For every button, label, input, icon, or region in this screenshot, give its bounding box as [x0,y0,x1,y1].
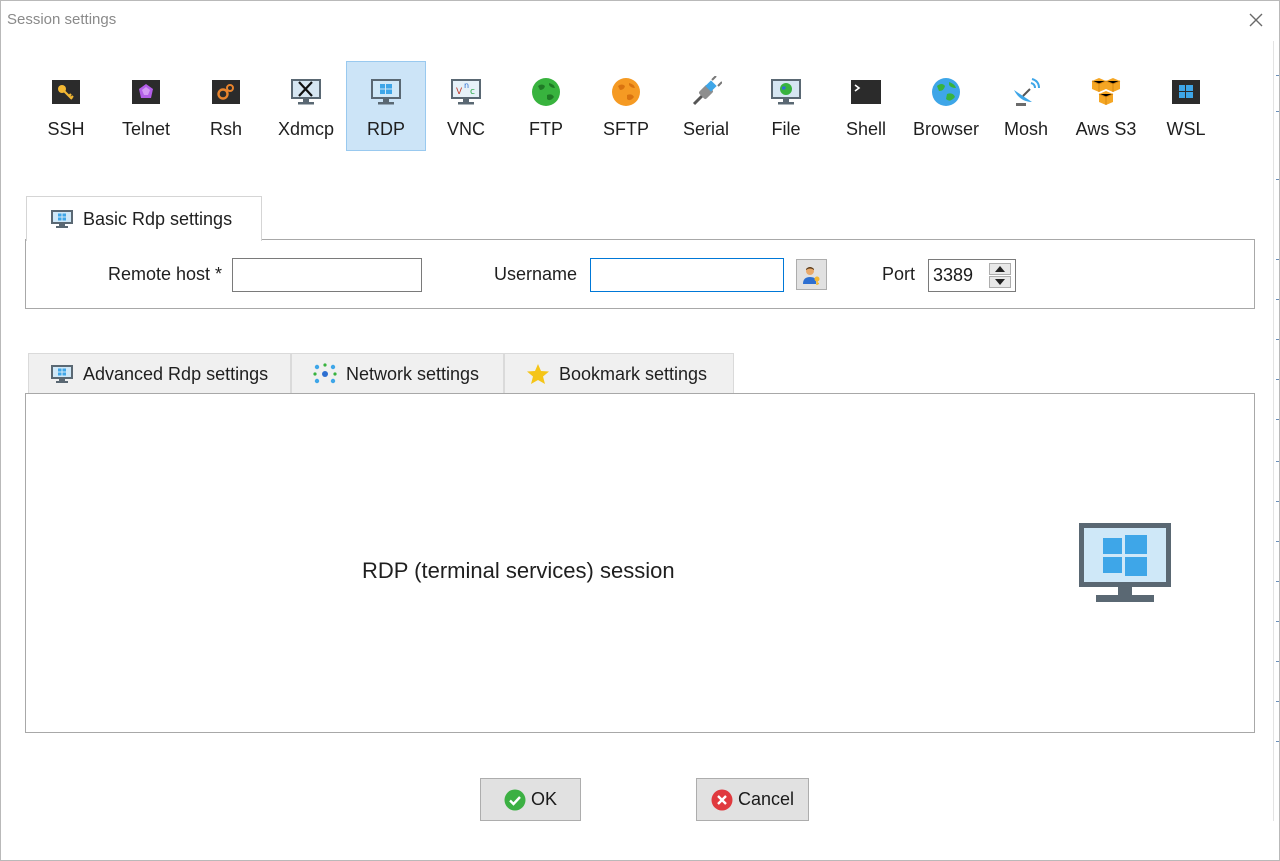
xdmcp-monitor-icon [290,76,322,108]
tab-basic-rdp-settings[interactable]: Basic Rdp settings [26,196,262,241]
cancel-x-icon [711,789,733,811]
session-type-rsh[interactable]: Rsh [186,61,266,151]
session-type-wsl[interactable]: WSL [1146,61,1226,151]
shell-terminal-icon [850,76,882,108]
session-settings-dialog: Session settings SSH Telnet Rsh Xdmcp RD… [0,0,1280,861]
tab-label: Network settings [346,363,480,384]
session-type-mosh[interactable]: Mosh [986,61,1066,151]
session-type-serial[interactable]: Serial [666,61,746,151]
serial-plug-icon [690,76,722,108]
port-increment-button[interactable] [989,263,1011,275]
session-type-ftp[interactable]: FTP [506,61,586,151]
rdp-large-monitor-icon [1078,522,1172,611]
window-title: Session settings [7,11,117,28]
wsl-windows-icon [1170,76,1202,108]
tab-bookmark-settings[interactable]: Bookmark settings [504,353,734,394]
session-type-rdp[interactable]: RDP [346,61,426,151]
session-type-aws-s3[interactable]: Aws S3 [1066,61,1146,151]
ok-label: OK [530,789,557,809]
user-credentials-button[interactable] [796,259,827,290]
monitor-icon [49,363,75,385]
checkmark-icon [504,789,526,811]
session-type-sftp[interactable]: SFTP [586,61,666,151]
port-value[interactable]: 3389 [933,265,973,286]
close-button[interactable] [1243,7,1269,33]
tab-label: Bookmark settings [559,363,708,384]
network-icon [312,363,338,385]
session-type-browser[interactable]: Browser [906,61,986,151]
aws-s3-cubes-icon [1090,76,1122,108]
file-monitor-icon [770,76,802,108]
remote-host-input[interactable] [232,258,422,292]
title-bar: Session settings [1,1,1279,39]
username-label: Username [494,264,578,284]
tab-network-settings[interactable]: Network settings [291,353,504,394]
tab-advanced-rdp-settings[interactable]: Advanced Rdp settings [28,353,291,394]
monitor-icon [49,208,75,230]
session-type-vnc[interactable]: Vnc VNC [426,61,506,151]
rsh-gears-icon [210,76,242,108]
advanced-settings-panel: RDP (terminal services) session [25,393,1255,733]
browser-globe-icon [930,76,962,108]
close-icon [1249,13,1263,27]
username-input[interactable] [590,258,784,292]
tab-label: Basic Rdp settings [83,208,233,229]
background-window-edge [1273,41,1279,821]
user-key-icon [802,266,819,285]
vnc-monitor-icon: Vnc [450,76,482,108]
star-icon [525,363,551,385]
sftp-globe-icon [610,76,642,108]
ftp-globe-icon [530,76,562,108]
ok-button[interactable]: OK [480,778,581,821]
session-type-shell[interactable]: Shell [826,61,906,151]
ssh-key-icon [50,76,82,108]
remote-host-label: Remote host * [108,264,223,284]
session-type-toolbar: SSH Telnet Rsh Xdmcp RDP V n c VNC FTP S… [26,61,1226,151]
svg-text:V: V [456,87,463,97]
port-spinbox[interactable]: 3389 [928,259,1016,292]
telnet-icon [130,76,162,108]
session-type-ssh[interactable]: SSH [26,61,106,151]
rdp-monitor-icon [370,76,402,108]
session-type-file[interactable]: File [746,61,826,151]
tab-label: Advanced Rdp settings [83,363,269,384]
arrow-down-icon [995,279,1005,285]
cancel-label: Cancel [737,789,795,809]
arrow-up-icon [995,266,1005,272]
svg-text:n: n [464,81,469,90]
session-type-telnet[interactable]: Telnet [106,61,186,151]
port-label: Port [882,264,916,284]
svg-text:c: c [470,87,475,97]
port-decrement-button[interactable] [989,276,1011,288]
cancel-button[interactable]: Cancel [696,778,809,821]
session-description: RDP (terminal services) session [362,558,675,583]
session-type-xdmcp[interactable]: Xdmcp [266,61,346,151]
mosh-satellite-icon [1010,76,1042,108]
basic-settings-panel: Remote host * Username Port 3389 [25,239,1255,309]
